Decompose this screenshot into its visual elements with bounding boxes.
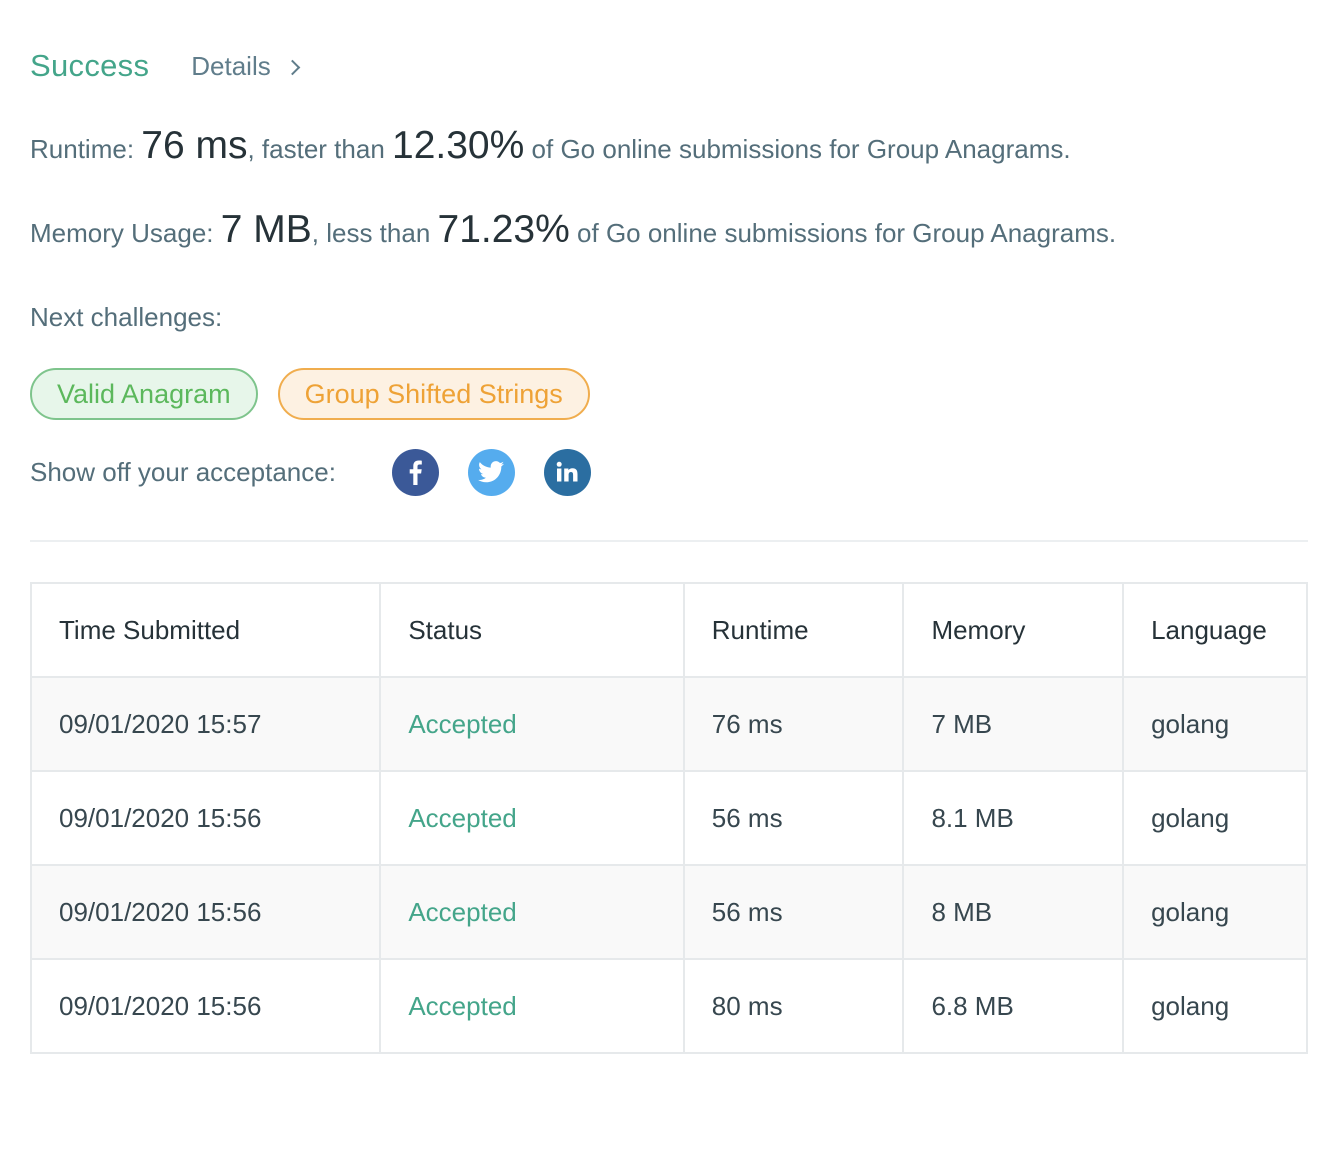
column-header-runtime: Runtime — [682, 582, 905, 678]
memory-cell: 6.8 MB — [902, 958, 1125, 1054]
share-label: Show off your acceptance: — [30, 456, 336, 487]
memory-comparison: , less than — [311, 218, 431, 248]
details-link[interactable]: Details — [191, 50, 301, 82]
column-header-language: Language — [1122, 582, 1308, 678]
runtime-stat: Runtime: 76 ms, faster than 12.30% of Go… — [30, 124, 1071, 168]
details-label: Details — [191, 50, 271, 81]
facebook-icon[interactable] — [391, 448, 439, 496]
runtime-percent: 12.30% — [392, 124, 525, 167]
memory-stat: Memory Usage: 7 MB, less than 71.23% of … — [30, 208, 1116, 252]
memory-percent: 71.23% — [437, 208, 570, 251]
time-submitted-cell: 09/01/2020 15:56 — [29, 958, 382, 1054]
runtime-cell: 80 ms — [682, 958, 905, 1054]
time-submitted-cell: 09/01/2020 15:56 — [29, 864, 382, 960]
chevron-right-icon — [284, 59, 301, 75]
table-header-row: Time Submitted Status Runtime Memory Lan… — [29, 582, 1308, 678]
column-header-time-submitted: Time Submitted — [29, 582, 382, 678]
result-header: Success Details — [30, 44, 301, 88]
status-link[interactable]: Accepted — [408, 709, 516, 739]
table-row: 09/01/2020 15:56 Accepted 56 ms 8.1 MB g… — [29, 770, 1308, 866]
time-submitted-cell: 09/01/2020 15:57 — [29, 676, 382, 772]
twitter-icon[interactable] — [467, 448, 515, 496]
section-divider — [30, 540, 1308, 542]
memory-cell: 8 MB — [902, 864, 1125, 960]
column-header-status: Status — [379, 582, 685, 678]
column-header-memory: Memory — [902, 582, 1125, 678]
next-challenges-list: Valid Anagram Group Shifted Strings — [30, 368, 610, 420]
status-link[interactable]: Accepted — [408, 991, 516, 1021]
language-cell: golang — [1122, 864, 1308, 960]
table-row: 09/01/2020 15:56 Accepted 80 ms 6.8 MB g… — [29, 958, 1308, 1054]
runtime-suffix: of Go online submissions for Group Anagr… — [531, 134, 1071, 164]
language-cell: golang — [1122, 958, 1308, 1054]
language-cell: golang — [1122, 770, 1308, 866]
time-submitted-cell: 09/01/2020 15:56 — [29, 770, 382, 866]
memory-cell: 7 MB — [902, 676, 1125, 772]
challenge-chip-valid-anagram[interactable]: Valid Anagram — [30, 368, 258, 420]
runtime-value: 76 ms — [141, 124, 248, 167]
memory-value: 7 MB — [220, 208, 312, 251]
status-cell: Accepted — [379, 676, 685, 772]
table-row: 09/01/2020 15:57 Accepted 76 ms 7 MB gol… — [29, 676, 1308, 772]
runtime-cell: 76 ms — [682, 676, 905, 772]
status-link[interactable]: Accepted — [408, 897, 516, 927]
runtime-label: Runtime: — [30, 134, 135, 164]
submissions-table: Time Submitted Status Runtime Memory Lan… — [29, 582, 1308, 1054]
runtime-cell: 56 ms — [682, 770, 905, 866]
next-challenges-label: Next challenges: — [30, 302, 223, 332]
memory-label: Memory Usage: — [30, 218, 214, 248]
status-cell: Accepted — [379, 770, 685, 866]
memory-suffix: of Go online submissions for Group Anagr… — [577, 218, 1117, 248]
runtime-cell: 56 ms — [682, 864, 905, 960]
status-cell: Accepted — [379, 958, 685, 1054]
challenge-chip-group-shifted-strings[interactable]: Group Shifted Strings — [277, 368, 590, 420]
status-link[interactable]: Accepted — [408, 803, 516, 833]
status-cell: Accepted — [379, 864, 685, 960]
status-title: Success — [30, 48, 150, 83]
language-cell: golang — [1122, 676, 1308, 772]
runtime-comparison: , faster than — [247, 134, 385, 164]
linkedin-icon[interactable] — [543, 448, 591, 496]
share-row: Show off your acceptance: — [30, 448, 620, 496]
table-row: 09/01/2020 15:56 Accepted 56 ms 8 MB gol… — [29, 864, 1308, 960]
memory-cell: 8.1 MB — [902, 770, 1125, 866]
